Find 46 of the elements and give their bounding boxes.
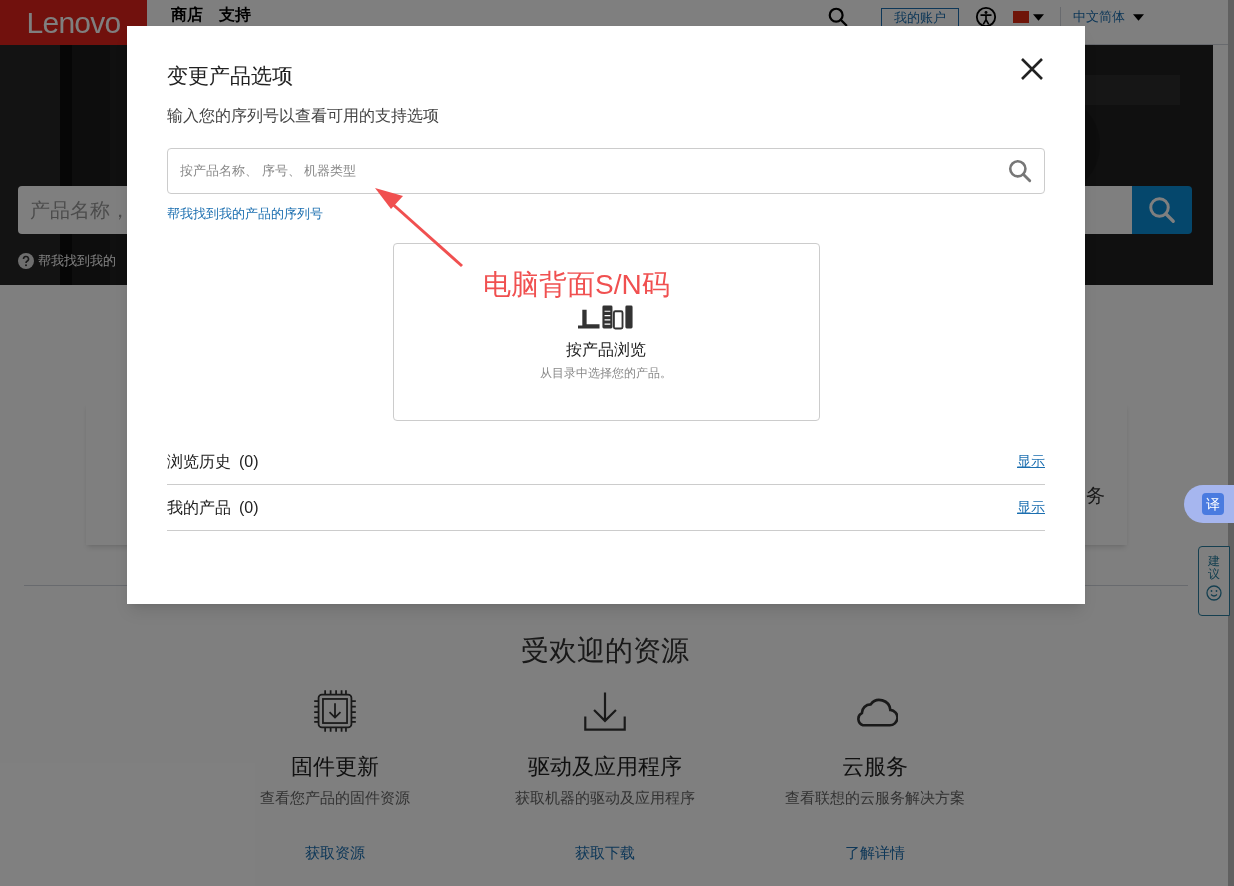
search-button[interactable]	[1132, 186, 1192, 234]
translate-button[interactable]: 译	[1184, 485, 1234, 523]
close-button[interactable]	[1019, 56, 1045, 82]
browse-card-title: 按产品浏览	[566, 340, 646, 360]
language-selector[interactable]: 中文简体	[1073, 7, 1125, 27]
browse-card-description: 从目录中选择您的产品。	[540, 365, 672, 382]
resource-title: 云服务	[842, 753, 908, 781]
translate-label: 译	[1202, 493, 1224, 515]
nav-link[interactable]: 商店	[171, 6, 203, 24]
resource-title: 固件更新	[291, 753, 379, 781]
resource-link[interactable]: 了解详情	[845, 841, 905, 864]
feedback-label: 建议	[1208, 555, 1220, 582]
smiley-icon	[1206, 585, 1222, 602]
row-label: 浏览历史	[167, 451, 231, 472]
caret-icon	[1133, 13, 1144, 21]
resource-link[interactable]: 获取下载	[575, 841, 635, 864]
help-link[interactable]: 帮我找到我的	[38, 251, 116, 271]
show-link[interactable]: 显示	[1017, 497, 1045, 518]
show-link[interactable]: 显示	[1017, 451, 1045, 472]
modal-subtitle: 输入您的序列号以查看可用的支持选项	[167, 105, 440, 126]
search-icon	[827, 6, 849, 28]
card-text: 务	[1086, 484, 1105, 508]
resource-description: 获取机器的驱动及应用程序	[515, 788, 695, 808]
row-label: 我的产品	[167, 497, 231, 518]
resource-title: 驱动及应用程序	[528, 753, 682, 781]
modal-title: 变更产品选项	[167, 63, 293, 89]
search-field[interactable]: 按产品名称、 序号、 机器类型	[167, 147, 1045, 194]
resource-link[interactable]: 获取资源	[305, 841, 365, 864]
close-icon	[1019, 56, 1045, 82]
section-title: 受欢迎的资源	[521, 634, 689, 668]
accessibility-icon	[975, 6, 997, 28]
resource-description: 查看联想的云服务解决方案	[785, 788, 965, 808]
feedback-tab[interactable]: 建议	[1198, 546, 1230, 616]
resource-description: 查看您产品的固件资源	[260, 788, 410, 808]
search-icon	[1007, 157, 1033, 184]
devices-icon	[578, 304, 634, 330]
help-icon	[18, 252, 34, 269]
nav-link[interactable]: 支持	[219, 6, 251, 24]
help-link[interactable]: 帮我找到我的产品的序列号	[167, 203, 323, 223]
chip-icon	[312, 688, 358, 734]
row-count: (0)	[239, 451, 259, 472]
row-count: (0)	[239, 497, 259, 518]
search-icon	[1147, 195, 1177, 225]
caret-icon	[1033, 13, 1044, 21]
logo[interactable]: Lenovo	[0, 0, 147, 45]
annotation-text: 电脑背面S/N码	[483, 268, 670, 302]
